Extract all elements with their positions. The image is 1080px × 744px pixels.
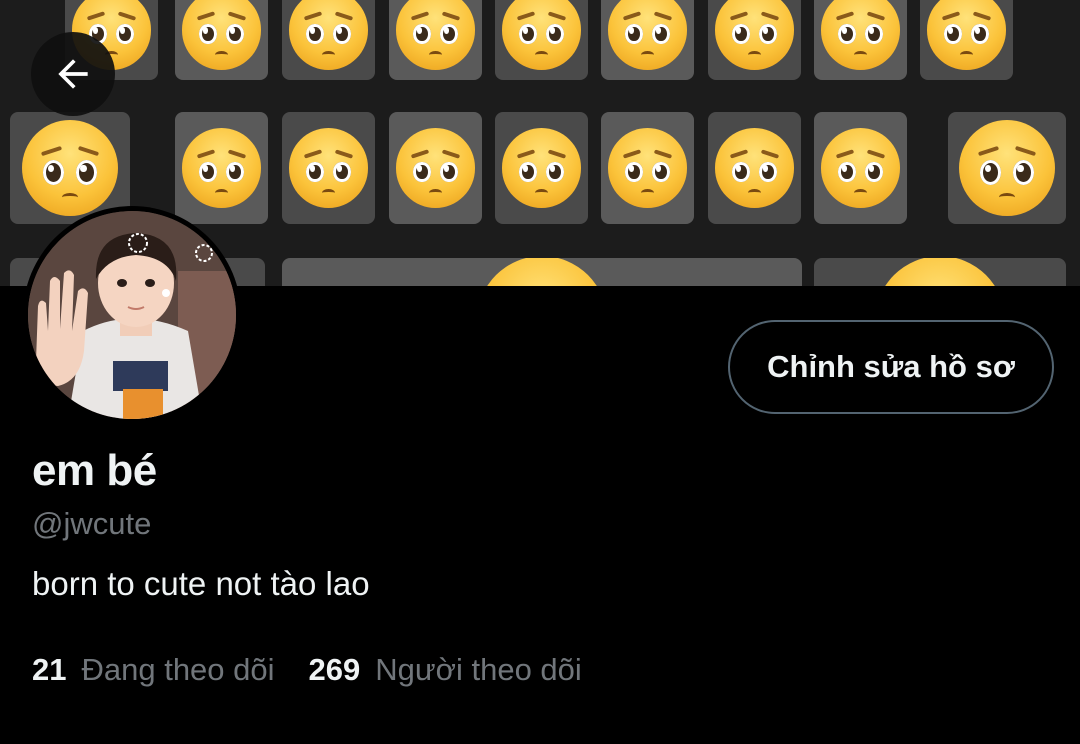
emoji-key (814, 112, 907, 224)
arrow-left-icon (58, 59, 88, 89)
pleading-face-icon (181, 0, 262, 70)
pleading-face-icon (21, 119, 119, 217)
pleading-face-icon (958, 119, 1056, 217)
pleading-face-icon (501, 128, 582, 208)
emoji-key (495, 112, 588, 224)
emoji-key (920, 0, 1013, 80)
emoji-key (708, 112, 801, 224)
pleading-face-icon (501, 0, 582, 70)
following-link[interactable]: 21 Đang theo dõi (32, 652, 275, 688)
emoji-key (708, 0, 801, 80)
user-bio: born to cute not tào lao (32, 565, 370, 602)
pleading-face-icon (607, 128, 688, 208)
followers-label: Người theo dõi (375, 652, 582, 687)
emoji-key (814, 0, 907, 80)
pleading-face-icon (820, 128, 901, 208)
avatar-photo (28, 211, 236, 419)
pleading-face-icon (395, 0, 476, 70)
followers-link[interactable]: 269 Người theo dõi (309, 652, 582, 688)
pleading-face-icon (288, 0, 369, 70)
following-label: Đang theo dõi (81, 652, 275, 687)
pleading-face-icon (875, 258, 1005, 286)
pleading-face-icon (288, 128, 369, 208)
emoji-key (282, 112, 375, 224)
emoji-key (175, 112, 268, 224)
emoji-key (389, 112, 482, 224)
emoji-key (282, 0, 375, 80)
avatar-illustration (28, 211, 236, 419)
emoji-key (175, 0, 268, 80)
emoji-key (389, 0, 482, 80)
pleading-face-icon (714, 128, 795, 208)
follow-stats: 21 Đang theo dõi 269 Người theo dõi (32, 652, 582, 688)
emoji-key (948, 112, 1066, 224)
pleading-face-icon (714, 0, 795, 70)
emoji-key (495, 0, 588, 80)
emoji-key (814, 258, 1066, 286)
following-count: 21 (32, 652, 67, 687)
pleading-face-icon (820, 0, 901, 70)
emoji-key (601, 0, 694, 80)
emoji-key (601, 112, 694, 224)
user-handle: @jwcute (32, 506, 152, 541)
pleading-face-icon (181, 128, 262, 208)
back-button[interactable] (31, 32, 115, 116)
pleading-face-icon (926, 0, 1007, 70)
pleading-face-icon (395, 128, 476, 208)
avatar[interactable] (23, 206, 241, 424)
display-name: em bé (32, 446, 157, 495)
pleading-face-icon (607, 0, 688, 70)
followers-count: 269 (308, 652, 361, 687)
edit-profile-button[interactable]: Chỉnh sửa hồ sơ (728, 320, 1054, 414)
pleading-face-icon (477, 258, 607, 286)
emoji-key (282, 258, 802, 286)
